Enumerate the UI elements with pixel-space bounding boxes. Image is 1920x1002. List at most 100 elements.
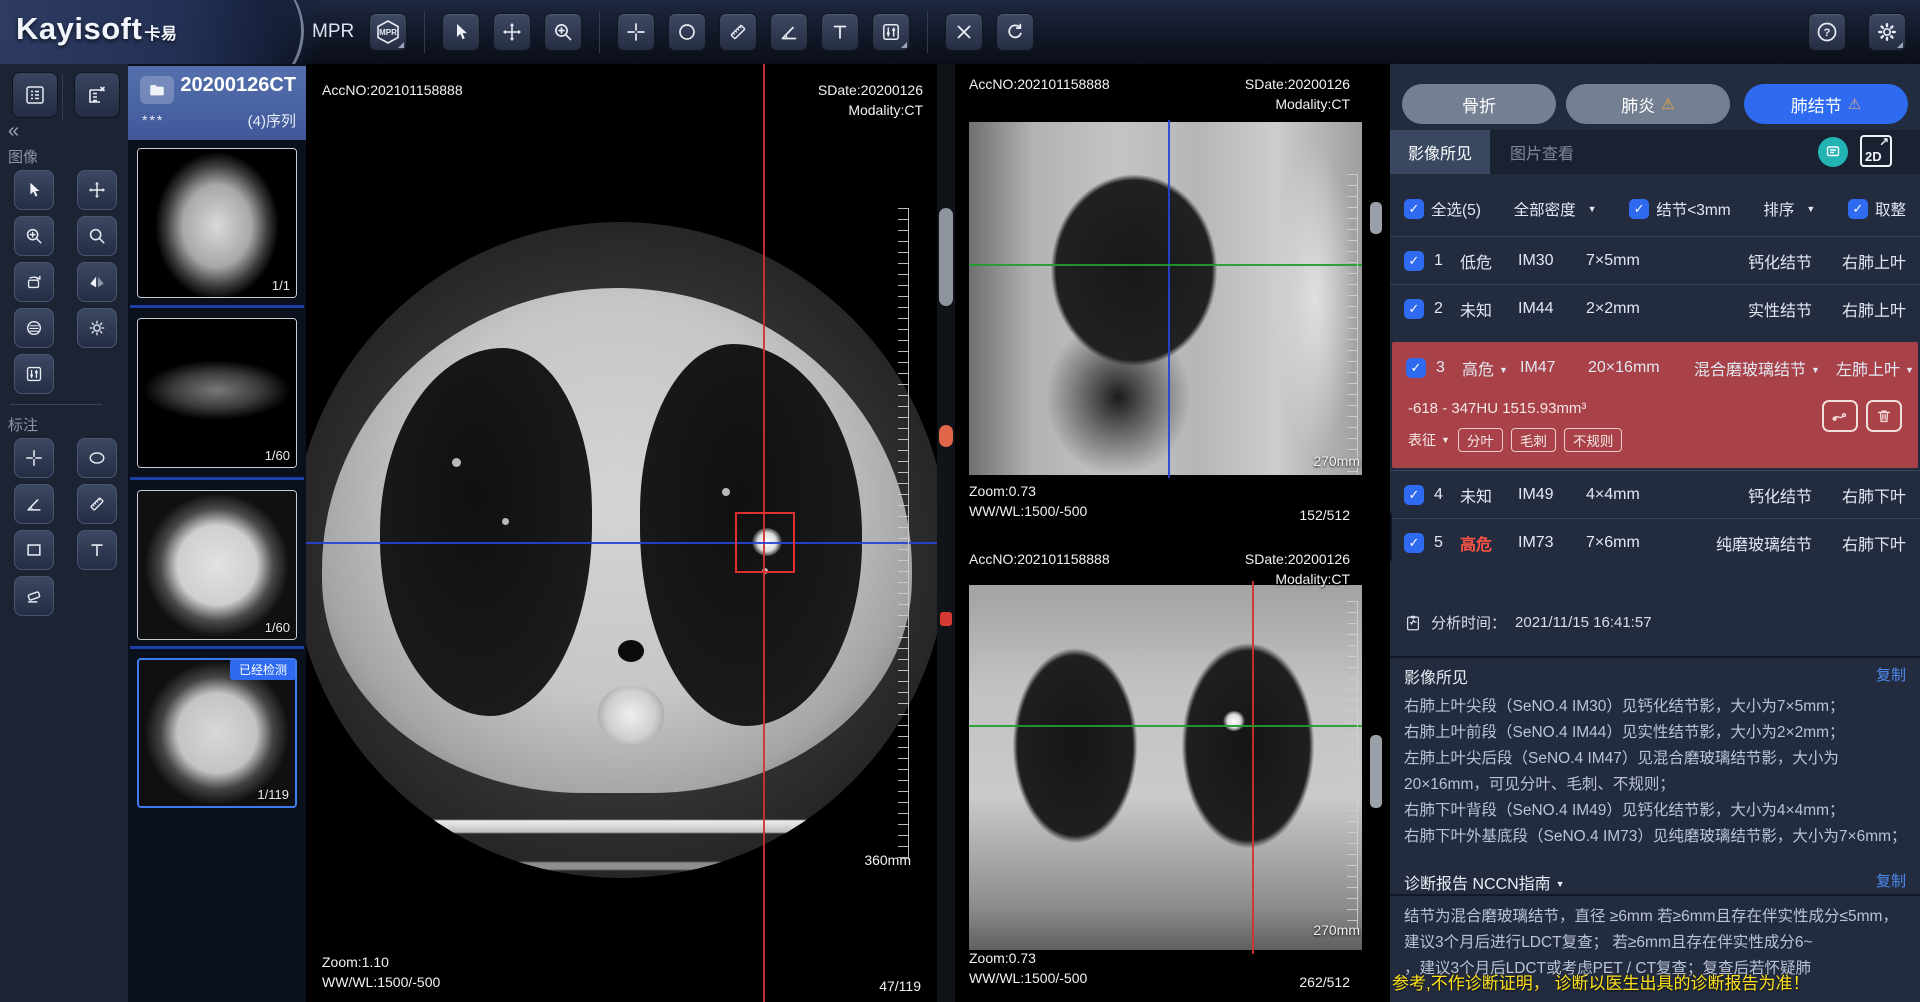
axial-viewport[interactable]: AccNO:202101158888 SDate:20200126 Modali…	[306, 64, 937, 1002]
sb-rotate-tool[interactable]	[14, 262, 54, 302]
nodule-location-dropdown[interactable]: 左肺上叶	[1830, 356, 1914, 380]
coronal-viewport[interactable]: AccNO:202101158888 SDate:20200126 Modali…	[955, 541, 1390, 1002]
panel-expand-handle[interactable]: ›	[1390, 513, 1392, 561]
coronal-position-handle[interactable]	[940, 612, 952, 626]
sb-pan-tool[interactable]	[77, 170, 117, 210]
tab-image-findings[interactable]: 影像所见	[1390, 130, 1490, 174]
modality: Modality:CT	[848, 102, 923, 118]
logo-text: Kayisoft	[16, 11, 142, 46]
sb-flip-tool[interactable]	[77, 262, 117, 302]
collapse-panel-chevron[interactable]: «	[8, 120, 19, 143]
sb-window-level-tool[interactable]	[14, 354, 54, 394]
zoom-in-tool-button[interactable]	[544, 13, 582, 51]
sb-cursor-tool[interactable]	[14, 170, 54, 210]
window-level-tool-button[interactable]	[872, 13, 910, 51]
nodule-roi-box[interactable]	[735, 512, 795, 573]
slice-scrollbar[interactable]	[937, 64, 955, 1002]
sb-magnify-tool[interactable]	[77, 216, 117, 256]
sagittal-viewport[interactable]: AccNO:202101158888 SDate:20200126 Modali…	[955, 64, 1390, 535]
crosshair-tool-button[interactable]	[617, 13, 655, 51]
delete-annotation-button[interactable]	[945, 13, 983, 51]
segmentation-button[interactable]	[1822, 400, 1858, 432]
sb-ruler-annot[interactable]	[77, 484, 117, 524]
series-header[interactable]: 20200126CT *** (4)序列	[128, 66, 306, 140]
series-thumbnail-1[interactable]: 1/1	[137, 148, 297, 298]
round-filter[interactable]: 取整	[1848, 198, 1906, 220]
trait-tag[interactable]: 分叶	[1458, 428, 1503, 452]
series-thumbnail-3[interactable]: 1/60	[137, 490, 297, 640]
series-thumbnail-2[interactable]: 1/60	[137, 318, 297, 468]
sb-zoom-in-tool[interactable]	[14, 216, 54, 256]
row-checkbox[interactable]	[1406, 358, 1426, 378]
mpr-layout-button[interactable]: MPR	[369, 13, 407, 51]
sb-eraser-annot[interactable]	[14, 576, 54, 616]
sagittal-position-handle[interactable]	[939, 425, 953, 447]
small-nodule-label: 结节<3mm	[1656, 198, 1731, 220]
sb-ellipse-annot[interactable]	[77, 438, 117, 478]
report-section-title[interactable]: 诊断报告 NCCN指南	[1404, 870, 1565, 894]
sb-brightness-tool[interactable]	[77, 308, 117, 348]
small-nodule-checkbox[interactable]	[1629, 199, 1649, 219]
sb-invert-tool[interactable]	[14, 308, 54, 348]
2d-view-icon[interactable]: 2D	[1860, 135, 1892, 167]
help-button[interactable]: ?	[1808, 13, 1846, 51]
series-thumbnail-4-selected[interactable]: 已经检测 1/119	[137, 658, 297, 808]
sort-dropdown[interactable]: 排序	[1763, 198, 1815, 220]
reset-button[interactable]	[996, 13, 1034, 51]
axial-plane-line[interactable]	[969, 725, 1362, 727]
tab-lung-nodule[interactable]: 肺结节 ⚠	[1744, 84, 1908, 124]
row-checkbox[interactable]	[1404, 533, 1424, 553]
tab-fracture[interactable]: 骨折	[1402, 84, 1556, 124]
report-chat-icon[interactable]	[1818, 137, 1848, 167]
select-all-checkbox[interactable]	[1404, 199, 1424, 219]
copy-findings-button[interactable]: 复制	[1876, 664, 1906, 685]
scrollbar-thumb[interactable]	[939, 208, 953, 306]
row-checkbox[interactable]	[1404, 251, 1424, 271]
traits-dropdown[interactable]: 表征	[1408, 430, 1450, 450]
mpr-icon-text: MPR	[379, 28, 397, 37]
cursor-tool-button[interactable]	[442, 13, 480, 51]
settings-button[interactable]	[1868, 13, 1906, 51]
folder-icon[interactable]	[140, 76, 174, 104]
pan-tool-button[interactable]	[493, 13, 531, 51]
axial-reference-line[interactable]	[1168, 120, 1170, 478]
axial-plane-line[interactable]	[969, 264, 1362, 266]
sb-text-annot[interactable]	[77, 530, 117, 570]
text-tool-button[interactable]	[821, 13, 859, 51]
trait-tag[interactable]: 不规则	[1564, 428, 1623, 452]
sagittal-scrollbar-thumb[interactable]	[1370, 202, 1382, 234]
brand-area: Kayisoft卡易	[0, 0, 318, 64]
row-checkbox[interactable]	[1404, 299, 1424, 319]
density-filter-dropdown[interactable]: 全部密度	[1514, 198, 1597, 220]
nodule-type-dropdown[interactable]: 混合磨玻璃结节	[1694, 356, 1820, 380]
nodule-row-1[interactable]: 1 低危 IM30 7×5mm 钙化结节 右肺上叶	[1390, 236, 1920, 284]
series-list-button[interactable]	[12, 72, 58, 118]
ellipse-tool-button[interactable]	[668, 13, 706, 51]
risk-level-dropdown[interactable]: 高危	[1462, 356, 1510, 380]
trait-tag[interactable]: 毛刺	[1511, 428, 1556, 452]
row-checkbox[interactable]	[1404, 485, 1424, 505]
small-nodule-filter[interactable]: 结节<3mm	[1629, 198, 1731, 220]
copy-report-button[interactable]: 复制	[1876, 870, 1906, 891]
nodule-row-2[interactable]: 2 未知 IM44 2×2mm 实性结节 右肺上叶	[1390, 284, 1920, 332]
nodule-type: 钙化结节	[1692, 483, 1812, 507]
sb-crosshair-annot[interactable]	[14, 438, 54, 478]
nodule-row-3-header[interactable]: 3 高危 IM47 20×16mm 混合磨玻璃结节 左肺上叶	[1392, 342, 1918, 394]
ruler-tool-button[interactable]	[719, 13, 757, 51]
tab-pneumonia[interactable]: 肺炎 ⚠	[1566, 84, 1730, 124]
close-layout-button[interactable]	[74, 72, 120, 118]
nodule-row-3-selected[interactable]: 3 高危 IM47 20×16mm 混合磨玻璃结节 左肺上叶 -618 - 34…	[1392, 342, 1918, 468]
delete-nodule-button[interactable]	[1866, 400, 1902, 432]
sb-angle-annot[interactable]	[14, 484, 54, 524]
coronal-reference-line[interactable]	[306, 542, 937, 544]
tab-picture-view[interactable]: 图片查看	[1492, 130, 1592, 174]
nodule-row-5[interactable]: 5 高危 IM73 7×6mm 纯磨玻璃结节 右肺下叶	[1390, 518, 1920, 566]
round-checkbox[interactable]	[1848, 199, 1868, 219]
nodule-size: 7×5mm	[1586, 252, 1682, 270]
coronal-scrollbar-thumb[interactable]	[1370, 735, 1382, 808]
nodule-row-4[interactable]: 4 未知 IM49 4×4mm 钙化结节 右肺下叶	[1390, 470, 1920, 518]
sagittal-reference-line[interactable]	[1252, 581, 1254, 954]
select-all-filter[interactable]: 全选(5)	[1404, 198, 1481, 220]
angle-tool-button[interactable]	[770, 13, 808, 51]
sb-rectangle-annot[interactable]	[14, 530, 54, 570]
